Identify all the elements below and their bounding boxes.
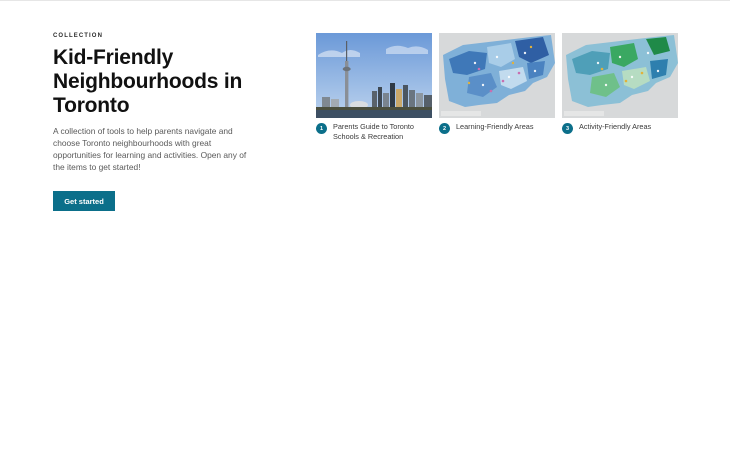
item-label[interactable]: Learning-Friendly Areas: [456, 122, 533, 132]
learning-map-thumbnail[interactable]: [439, 33, 555, 118]
item-number-badge: 1: [316, 123, 327, 134]
collection-item-2[interactable]: 2 Learning-Friendly Areas: [439, 33, 555, 134]
get-started-button[interactable]: Get started: [53, 191, 115, 211]
activity-map-thumbnail[interactable]: [562, 33, 678, 118]
collection-description: A collection of tools to help parents na…: [53, 126, 247, 172]
collection-items: 1 Parents Guide to Toronto Schools & Rec…: [316, 33, 678, 153]
item-label[interactable]: Activity-Friendly Areas: [579, 122, 651, 132]
item-number-badge: 3: [562, 123, 573, 134]
item-label[interactable]: Parents Guide to Toronto Schools & Recre…: [333, 122, 432, 142]
collection-eyebrow: COLLECTION: [53, 33, 103, 39]
skyline-thumbnail[interactable]: [316, 33, 432, 118]
page-title: Kid-Friendly Neighbourhoods in Toronto: [53, 46, 243, 117]
top-divider: [0, 0, 730, 1]
item-number-badge: 2: [439, 123, 450, 134]
learning-choropleth-map: [439, 33, 555, 118]
collection-intro: COLLECTION Kid-Friendly Neighbourhoods i…: [53, 33, 263, 211]
collection-item-3[interactable]: 3 Activity-Friendly Areas: [562, 33, 678, 134]
collection-item-1[interactable]: 1 Parents Guide to Toronto Schools & Rec…: [316, 33, 432, 142]
activity-choropleth-map: [562, 33, 678, 118]
toronto-skyline-image: [316, 33, 432, 118]
